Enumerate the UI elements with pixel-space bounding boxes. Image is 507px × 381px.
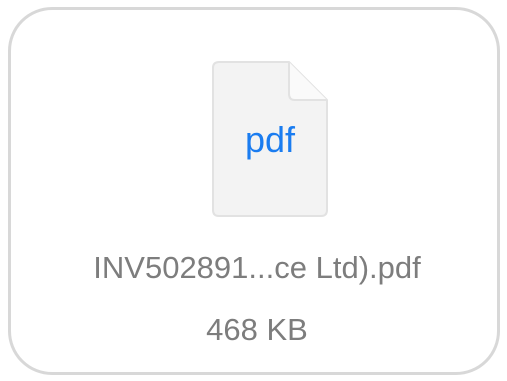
file-extension-label: pdf: [244, 119, 296, 160]
file-size: 468 KB: [206, 312, 308, 347]
attachment-card[interactable]: pdf INV502891...ce Ltd).pdf 468 KB: [8, 7, 500, 375]
pdf-document-icon: pdf: [211, 60, 329, 218]
file-name: INV502891...ce Ltd).pdf: [93, 250, 421, 285]
